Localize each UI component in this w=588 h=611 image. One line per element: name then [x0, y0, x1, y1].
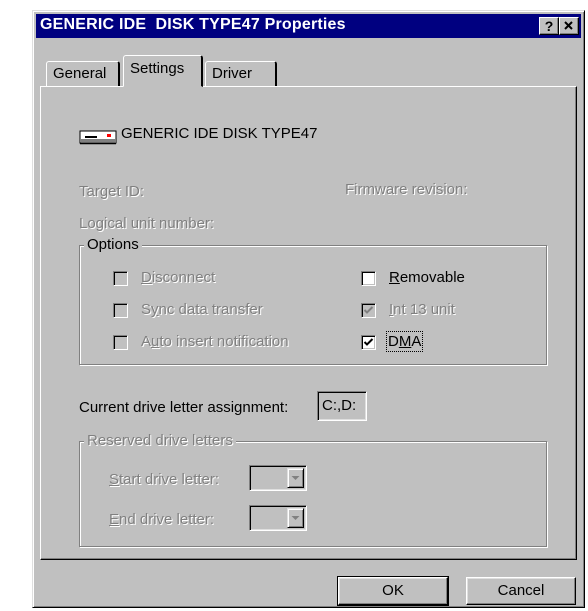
auto-insert-notification-checkbox[interactable] — [113, 335, 128, 350]
current-drive-letter-label: Current drive letter assignment: — [79, 399, 289, 416]
drive-icon — [79, 130, 117, 145]
end-drive-letter-dropdown[interactable] — [249, 505, 307, 531]
disconnect-label: Disconnect — [141, 269, 216, 286]
int13-unit-label: Int 13 unit — [389, 301, 455, 318]
reserved-drive-letters-legend: Reserved drive letters — [84, 432, 236, 449]
device-name: GENERIC IDE DISK TYPE47 — [121, 125, 318, 142]
auto-insert-notification-label: Auto insert notification — [141, 333, 289, 350]
ok-button[interactable]: OK — [337, 576, 449, 606]
tab-general[interactable]: General — [46, 61, 120, 87]
removable-label: Removable — [389, 269, 465, 286]
checkmark-icon — [363, 338, 374, 346]
start-drive-letter-label: Start drive letter: — [109, 471, 220, 488]
target-id-label: Target ID: — [79, 183, 145, 200]
close-icon — [564, 21, 573, 30]
start-drive-letter-dropdown[interactable] — [249, 465, 307, 491]
removable-checkbox[interactable] — [361, 271, 376, 286]
window-title: GENERIC IDE DISK TYPE47 Properties — [40, 16, 346, 33]
options-legend: Options — [84, 236, 142, 253]
tab-settings[interactable]: Settings — [123, 55, 203, 87]
end-dropdown-button[interactable] — [287, 508, 304, 528]
settings-panel: GENERIC IDE DISK TYPE47 Target ID: Firmw… — [40, 86, 577, 560]
checkmark-icon — [363, 306, 374, 314]
close-button[interactable] — [559, 17, 579, 35]
chevron-down-icon — [291, 476, 300, 480]
logical-unit-number-label: Logical unit number: — [79, 215, 215, 232]
end-drive-letter-label: End drive letter: — [109, 511, 215, 528]
cancel-button[interactable]: Cancel — [466, 577, 576, 605]
reserved-drive-letters-group: Reserved drive letters — [79, 432, 547, 547]
firmware-revision-label: Firmware revision: — [345, 181, 468, 198]
chevron-down-icon — [291, 516, 300, 520]
dma-checkbox[interactable] — [361, 335, 376, 350]
sync-data-transfer-checkbox[interactable] — [113, 303, 128, 318]
sync-data-transfer-label: Sync data transfer — [141, 301, 263, 318]
disconnect-checkbox[interactable] — [113, 271, 128, 286]
current-drive-letter-value: C:,D: — [322, 397, 357, 414]
title-bar[interactable]: GENERIC IDE DISK TYPE47 Properties ? — [36, 14, 581, 38]
current-drive-letter-field: C:,D: — [317, 391, 367, 421]
start-dropdown-button[interactable] — [287, 468, 304, 488]
tab-driver[interactable]: Driver — [205, 61, 277, 87]
dma-label: DMA — [385, 331, 424, 352]
help-button[interactable]: ? — [539, 17, 559, 35]
properties-dialog: GENERIC IDE DISK TYPE47 Properties ? Gen… — [32, 10, 585, 608]
int13-unit-checkbox[interactable] — [361, 303, 376, 318]
